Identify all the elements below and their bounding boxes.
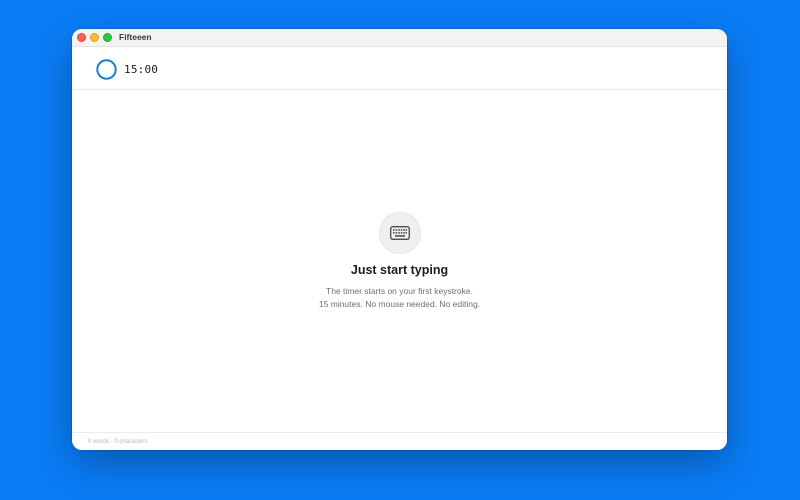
empty-state-description-line-1: The timer starts on your first keystroke… — [326, 286, 473, 296]
keyboard-badge — [379, 212, 421, 254]
close-window-button[interactable] — [77, 33, 86, 42]
timer-display: 15:00 — [124, 63, 159, 76]
empty-state-description-line-2: 15 minutes. No mouse needed. No editing. — [318, 299, 481, 309]
timer-progress-arc — [96, 59, 117, 80]
title-bar[interactable]: Fifteeen — [72, 29, 727, 47]
app-window: Fifteeen 15:00 Just start typing The tim… — [72, 29, 727, 450]
window-title: Fifteeen — [119, 32, 152, 42]
timer-ring-icon — [96, 59, 117, 80]
word-count-status: 0 words · 0 characters — [88, 439, 148, 445]
status-bar: 0 words · 0 characters — [72, 432, 727, 450]
minimize-window-button[interactable] — [90, 33, 99, 42]
empty-state-title: Just start typing — [350, 263, 449, 277]
editor-area[interactable]: Just start typing The timer starts on yo… — [72, 90, 727, 431]
keyboard-icon — [390, 226, 410, 240]
timer-header: 15:00 — [72, 47, 727, 90]
zoom-window-button[interactable] — [103, 33, 112, 42]
